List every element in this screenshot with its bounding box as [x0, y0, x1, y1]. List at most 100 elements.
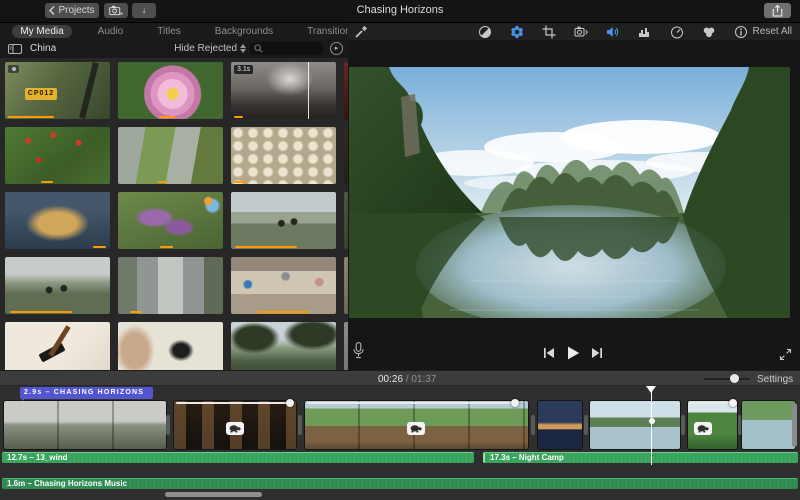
media-thumbnail-purple-veg[interactable] — [118, 192, 223, 249]
popup-stepper-icon — [240, 44, 246, 53]
volume-icon[interactable] — [606, 25, 620, 39]
adjust-bar: Reset All — [348, 23, 800, 40]
record-voiceover-button[interactable] — [353, 342, 364, 359]
favorite-marker — [41, 181, 53, 183]
duration-badge: 3.1s — [234, 65, 254, 74]
timeline-settings-button[interactable]: Settings — [757, 374, 793, 385]
clip-size-slider-thumb[interactable] — [730, 374, 739, 383]
media-thumbnail-wok[interactable]: 3.1s — [231, 62, 336, 119]
content-filter-button[interactable]: ▸ — [330, 42, 343, 55]
clip-joint-handle[interactable] — [298, 415, 302, 435]
reset-all-button[interactable]: Reset All — [753, 26, 792, 37]
speed-range-bar[interactable] — [690, 402, 732, 404]
color-balance-icon[interactable] — [478, 25, 492, 39]
tab-titles[interactable]: Titles — [149, 25, 189, 38]
media-browser-grid: CP012 3.1s — [0, 58, 348, 370]
sidebar-toggle-icon[interactable] — [8, 44, 22, 54]
media-thumbnail-table[interactable] — [231, 257, 336, 314]
skip-forward-button[interactable] — [591, 347, 603, 359]
media-thumbnail-calligraphy-brush[interactable] — [5, 322, 110, 370]
playhead[interactable] — [651, 387, 652, 465]
media-thumbnail-cucumbers[interactable] — [118, 127, 223, 184]
clip-joint-handle[interactable] — [584, 415, 588, 435]
search-field[interactable] — [250, 42, 323, 55]
music-track-clip[interactable]: 1.6m – Chasing Horizons Music — [2, 478, 798, 489]
play-icon — [568, 346, 580, 360]
timeline-clip-cloudy-city[interactable] — [4, 401, 166, 449]
skip-back-button[interactable] — [543, 347, 555, 359]
status-bar: 00:26 / 01:37 Settings — [0, 370, 800, 386]
auto-enhance-wand-icon[interactable] — [354, 25, 368, 39]
top-toolbar: Projects ↓ Chasing Horizons — [0, 0, 800, 23]
speed-range-bar[interactable] — [176, 402, 288, 404]
time-separator: / — [405, 374, 409, 385]
media-panel-header: China Hide Rejected ▸ — [0, 40, 348, 59]
tab-my-media[interactable]: My Media — [12, 25, 72, 38]
search-input[interactable] — [263, 43, 322, 54]
slow-motion-turtle-icon — [226, 422, 244, 435]
media-thumbnail-chilis[interactable] — [5, 127, 110, 184]
timeline-clip-river-reflection[interactable] — [742, 401, 795, 449]
clip-joint-handle[interactable] — [681, 415, 685, 435]
audio-clip-night-camp[interactable]: 17.3s – Night Camp — [483, 452, 798, 463]
crop-icon[interactable] — [542, 25, 556, 39]
stabilization-icon[interactable] — [574, 25, 588, 39]
speed-handle[interactable] — [286, 399, 294, 407]
media-thumbnail-motorbikes[interactable] — [231, 192, 336, 249]
favorite-marker — [8, 116, 54, 118]
playhead-handle-icon[interactable] — [646, 386, 656, 393]
tab-backgrounds[interactable]: Backgrounds — [207, 25, 281, 38]
speed-handle[interactable] — [511, 399, 519, 407]
speed-icon[interactable] — [670, 25, 684, 39]
media-thumbnail-alley[interactable] — [118, 257, 223, 314]
timeline-vertical-scrollbar[interactable] — [792, 403, 797, 447]
total-duration: 01:37 — [411, 374, 437, 385]
timeline-clip-karst-reflection[interactable] — [590, 401, 680, 449]
speed-range-bar[interactable] — [307, 402, 513, 404]
library-name[interactable]: China — [30, 43, 56, 54]
media-thumbnail-village-riders[interactable] — [5, 257, 110, 314]
media-tabs: My Media Audio Titles Backgrounds Transi… — [0, 23, 356, 40]
playhead-dot — [649, 418, 655, 424]
share-button[interactable] — [764, 3, 791, 18]
skip-forward-icon — [592, 348, 602, 358]
clip-size-slider[interactable] — [704, 374, 750, 383]
license-plate-text: CP012 — [25, 88, 57, 100]
timeline: 2.9s – CHASING HORIZONS 12.7s – 13_wind — [0, 386, 800, 500]
current-time: 00:26 — [378, 374, 404, 385]
slow-motion-turtle-icon — [694, 422, 712, 435]
clip-joint-handle[interactable] — [166, 415, 170, 435]
hide-rejected-popup[interactable]: Hide Rejected — [174, 43, 246, 54]
media-thumbnail-calligraphy-writing[interactable] — [118, 322, 223, 370]
info-icon[interactable] — [734, 25, 748, 39]
fullscreen-button[interactable] — [779, 348, 792, 361]
media-thumbnail-dumplings[interactable] — [231, 127, 336, 184]
noise-reduction-icon[interactable] — [638, 25, 652, 39]
camera-icon — [8, 65, 19, 73]
audio-clip-wind[interactable]: 12.7s – 13_wind — [2, 452, 474, 463]
media-thumbnail-longan[interactable] — [5, 192, 110, 249]
favorite-marker — [160, 246, 173, 248]
microphone-icon — [353, 342, 364, 359]
timeline-title-clip[interactable]: 2.9s – CHASING HORIZONS — [20, 387, 153, 399]
clip-filter-icon[interactable] — [702, 25, 716, 39]
tab-audio[interactable]: Audio — [90, 25, 132, 38]
timeline-clip-dusk-skyline[interactable] — [538, 401, 582, 449]
viewer-preview[interactable] — [349, 67, 790, 318]
media-thumbnail-lotus[interactable] — [118, 62, 223, 119]
skim-playhead — [308, 62, 309, 119]
favorite-marker — [130, 311, 142, 313]
imovie-window: Projects ↓ Chasing Horizons My Media Aud… — [0, 0, 800, 500]
play-button[interactable] — [566, 346, 580, 360]
color-correction-icon[interactable] — [510, 25, 524, 39]
clip-joint-handle[interactable] — [531, 415, 535, 435]
skip-back-icon — [544, 348, 554, 358]
share-icon — [772, 4, 783, 16]
favorite-marker — [93, 246, 106, 248]
fullscreen-icon — [779, 348, 792, 361]
media-thumbnail-bicycle[interactable]: CP012 — [5, 62, 110, 119]
timeline-horizontal-scrollbar[interactable] — [165, 492, 262, 497]
media-thumbnail-trees[interactable] — [231, 322, 336, 370]
favorite-marker — [235, 246, 297, 248]
speed-handle[interactable] — [729, 399, 737, 407]
